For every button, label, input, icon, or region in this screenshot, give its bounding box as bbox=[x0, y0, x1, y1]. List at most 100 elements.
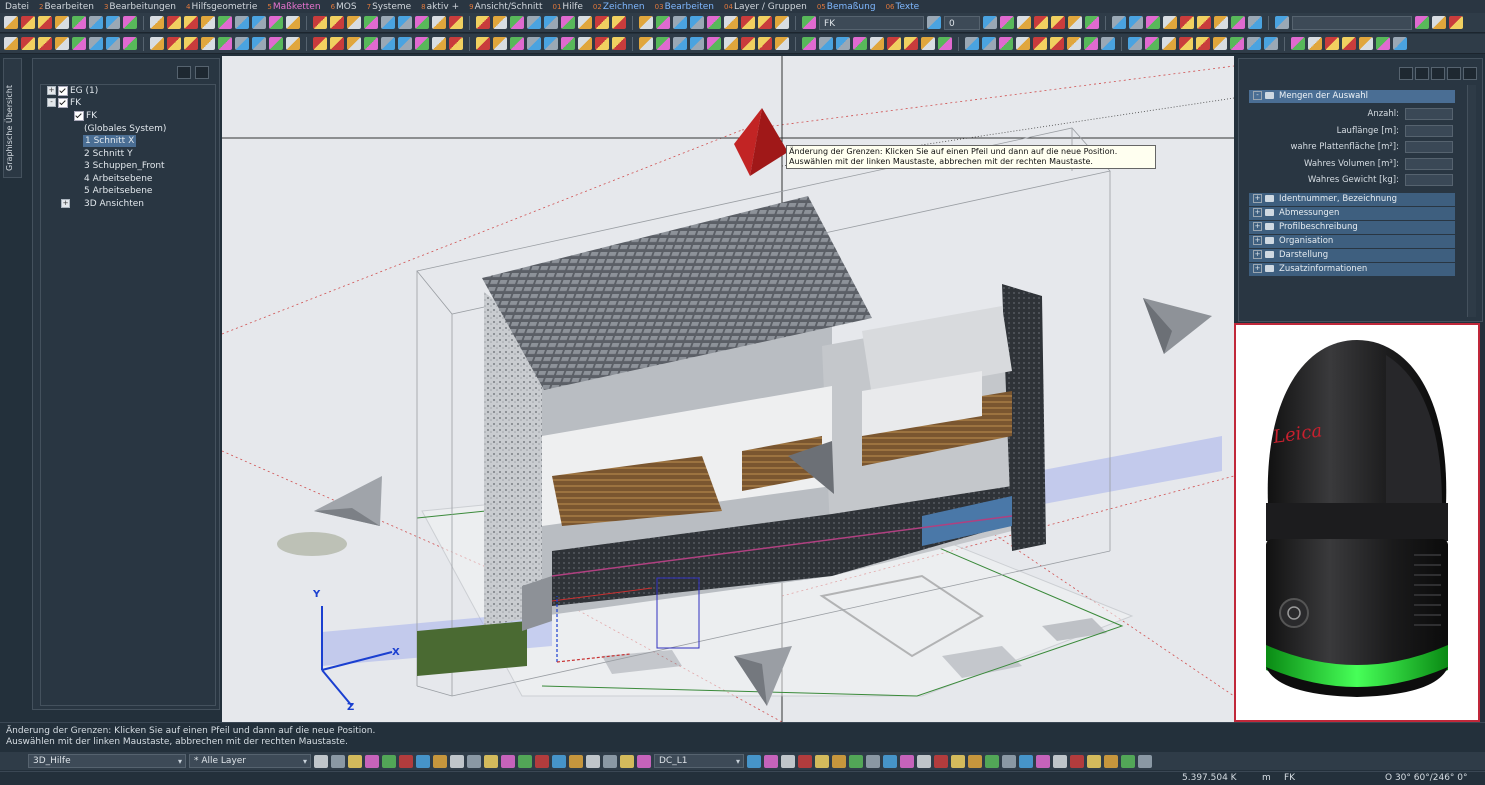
scrollbar[interactable] bbox=[1467, 85, 1476, 317]
tool-icon[interactable] bbox=[595, 37, 609, 50]
checkbox-icon[interactable] bbox=[58, 85, 68, 96]
snap-tool-icon[interactable] bbox=[382, 754, 396, 768]
snap-tool-icon[interactable] bbox=[518, 754, 532, 768]
draw-tool-icon[interactable] bbox=[951, 754, 965, 768]
tool-icon[interactable] bbox=[595, 16, 609, 29]
tool-icon[interactable] bbox=[72, 16, 86, 29]
tool-icon[interactable] bbox=[561, 37, 575, 50]
tool-icon[interactable] bbox=[167, 16, 181, 29]
tool-icon[interactable] bbox=[1017, 16, 1031, 29]
tool-icon[interactable] bbox=[347, 16, 361, 29]
tool-icon[interactable] bbox=[269, 37, 283, 50]
tool-icon[interactable] bbox=[741, 16, 755, 29]
menu-item-10[interactable]: 01Hilfe bbox=[553, 2, 583, 12]
tool-icon[interactable] bbox=[364, 16, 378, 29]
draw-tool-icon[interactable] bbox=[1002, 754, 1016, 768]
side-tab-overview[interactable]: Graphische Übersicht bbox=[3, 58, 22, 178]
draw-tool-icon[interactable] bbox=[985, 754, 999, 768]
draw-tool-icon[interactable] bbox=[764, 754, 778, 768]
checkbox-icon[interactable] bbox=[74, 110, 84, 121]
tool-icon[interactable] bbox=[1247, 37, 1261, 50]
limit-arrow-right[interactable] bbox=[1143, 298, 1212, 354]
tool-icon[interactable] bbox=[673, 16, 687, 29]
tool-icon[interactable] bbox=[965, 37, 979, 50]
expand-icon[interactable]: + bbox=[61, 199, 70, 208]
tool-icon[interactable] bbox=[398, 37, 412, 50]
tool-icon[interactable] bbox=[741, 37, 755, 50]
tool-icon[interactable] bbox=[1308, 37, 1322, 50]
tool-icon[interactable] bbox=[1112, 16, 1126, 29]
snap-tool-icon[interactable] bbox=[501, 754, 515, 768]
tool-icon[interactable] bbox=[235, 16, 249, 29]
expand-icon[interactable]: + bbox=[1253, 222, 1262, 231]
tool-icon[interactable] bbox=[1325, 37, 1339, 50]
draw-tool-icon[interactable] bbox=[934, 754, 948, 768]
panel-button-4[interactable] bbox=[1447, 67, 1461, 80]
property-value-field[interactable] bbox=[1405, 124, 1453, 137]
snap-tool-icon[interactable] bbox=[484, 754, 498, 768]
tool-icon[interactable] bbox=[1163, 16, 1177, 29]
tool-icon[interactable] bbox=[758, 37, 772, 50]
tool-icon[interactable] bbox=[381, 16, 395, 29]
tool-icon[interactable] bbox=[38, 16, 52, 29]
tool-icon[interactable] bbox=[55, 16, 69, 29]
tool-icon[interactable] bbox=[673, 37, 687, 50]
tool-icon[interactable] bbox=[89, 16, 103, 29]
tool-icon[interactable] bbox=[1067, 37, 1081, 50]
tool-icon[interactable] bbox=[252, 16, 266, 29]
panel-button-3[interactable] bbox=[1431, 67, 1445, 80]
menu-item-8[interactable]: 8aktiv + bbox=[421, 2, 459, 12]
property-group[interactable]: + Zusatzinformationen bbox=[1249, 263, 1455, 276]
tool-icon[interactable] bbox=[1068, 16, 1082, 29]
tool-icon[interactable] bbox=[1196, 37, 1210, 50]
tool-icon[interactable] bbox=[802, 16, 816, 29]
draw-tool-icon[interactable] bbox=[968, 754, 982, 768]
menu-item-11[interactable]: 02Zeichnen bbox=[593, 2, 645, 12]
tool-icon[interactable] bbox=[656, 16, 670, 29]
tool-icon[interactable] bbox=[775, 16, 789, 29]
tool-icon[interactable] bbox=[561, 16, 575, 29]
tool-icon[interactable] bbox=[150, 16, 164, 29]
expand-icon[interactable]: + bbox=[1253, 194, 1262, 203]
tool-icon[interactable] bbox=[707, 37, 721, 50]
draw-tool-icon[interactable] bbox=[815, 754, 829, 768]
tool-icon[interactable] bbox=[415, 16, 429, 29]
draw-tool-icon[interactable] bbox=[1019, 754, 1033, 768]
draw-tool-icon[interactable] bbox=[1104, 754, 1118, 768]
tool-icon[interactable] bbox=[1275, 16, 1289, 29]
draw-tool-icon[interactable] bbox=[883, 754, 897, 768]
tool-icon[interactable] bbox=[1033, 37, 1047, 50]
tool-icon[interactable] bbox=[1000, 16, 1014, 29]
tool-icon[interactable] bbox=[432, 16, 446, 29]
property-value-field[interactable] bbox=[1405, 141, 1453, 153]
checkbox-icon[interactable] bbox=[58, 97, 68, 108]
draw-tool-icon[interactable] bbox=[1036, 754, 1050, 768]
tool-icon[interactable] bbox=[1101, 37, 1115, 50]
tree-node-3d-views[interactable]: +3D Ansichten bbox=[61, 198, 144, 210]
tool-icon[interactable] bbox=[836, 37, 850, 50]
tool-icon[interactable] bbox=[493, 37, 507, 50]
tool-icon[interactable] bbox=[1050, 37, 1064, 50]
draw-tool-icon[interactable] bbox=[832, 754, 846, 768]
tool-icon[interactable] bbox=[1248, 16, 1262, 29]
tool-icon[interactable] bbox=[89, 37, 103, 50]
expand-icon[interactable]: + bbox=[1253, 236, 1262, 245]
panel-close-button[interactable] bbox=[195, 66, 209, 79]
tool-icon[interactable] bbox=[1376, 37, 1390, 50]
tool-icon[interactable] bbox=[1342, 37, 1356, 50]
draw-tool-icon[interactable] bbox=[917, 754, 931, 768]
menu-item-7[interactable]: 7Systeme bbox=[367, 2, 412, 12]
expand-icon[interactable]: + bbox=[1253, 250, 1262, 259]
collapse-icon[interactable]: - bbox=[47, 98, 56, 107]
draw-tool-icon[interactable] bbox=[747, 754, 761, 768]
tool-icon[interactable] bbox=[201, 16, 215, 29]
tool-icon[interactable] bbox=[476, 16, 490, 29]
tool-icon[interactable] bbox=[415, 37, 429, 50]
tool-icon[interactable] bbox=[999, 37, 1013, 50]
tool-icon[interactable] bbox=[690, 37, 704, 50]
tool-icon[interactable] bbox=[904, 37, 918, 50]
tool-icon[interactable] bbox=[1145, 37, 1159, 50]
property-group[interactable]: + Organisation bbox=[1249, 235, 1455, 248]
tool-icon[interactable] bbox=[1034, 16, 1048, 29]
tool-icon[interactable] bbox=[286, 37, 300, 50]
